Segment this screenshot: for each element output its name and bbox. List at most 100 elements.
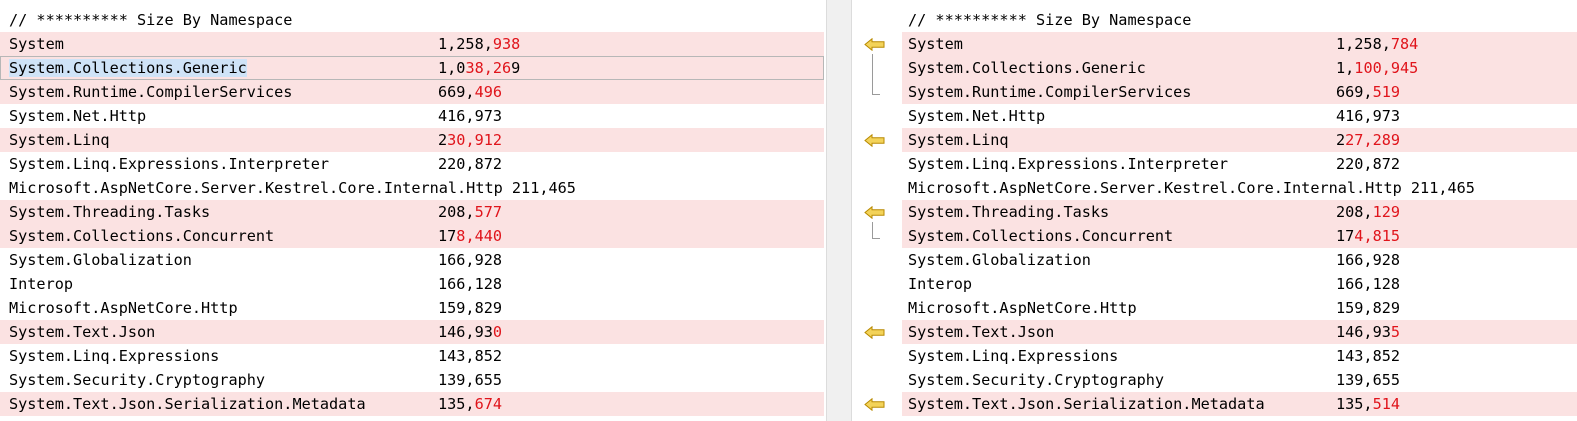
left-line-13[interactable]: System.Text.Json 146,930 [0, 320, 824, 344]
size-value: 178,440 [438, 224, 502, 248]
size-value: 135,514 [1336, 392, 1400, 416]
left-arrow-icon[interactable] [864, 38, 888, 51]
gutter-row [852, 272, 902, 296]
right-line-3[interactable]: System.Runtime.CompilerServices 669,519 [902, 80, 1577, 104]
namespace-name: System.Globalization [908, 251, 1091, 269]
right-line-1[interactable]: System 1,258,784 [902, 32, 1577, 56]
size-value-changed: 674 [474, 395, 503, 413]
size-value-changed: 8,440 [456, 227, 503, 245]
right-line-15[interactable]: System.Security.Cryptography 139,655 [902, 368, 1577, 392]
left-line-5[interactable]: System.Linq 230,912 [0, 128, 824, 152]
right-line-0[interactable]: // ********** Size By Namespace [902, 8, 1577, 32]
left-line-4[interactable]: System.Net.Http 416,973 [0, 104, 824, 128]
namespace-name: Interop [908, 275, 973, 293]
size-value-unchanged: 139,655 [438, 371, 503, 389]
namespace-name: System.Net.Http [9, 107, 147, 125]
left-pane[interactable]: // ********** Size By Namespace System 1,2… [0, 8, 824, 416]
left-line-11[interactable]: Interop 166,128 [0, 272, 824, 296]
left-line-14[interactable]: System.Linq.Expressions 143,852 [0, 344, 824, 368]
right-line-16[interactable]: System.Text.Json.Serialization.Metadata 1… [902, 392, 1577, 416]
right-line-9[interactable]: System.Collections.Concurrent 174,815 [902, 224, 1577, 248]
size-value: 220,872 [1336, 152, 1400, 176]
right-line-11[interactable]: Interop 166,128 [902, 272, 1577, 296]
size-value-changed: 0 [492, 323, 503, 341]
size-value-unchanged: 146,93 [1336, 323, 1391, 341]
right-line-13[interactable]: System.Text.Json 146,935 [902, 320, 1577, 344]
size-value: 227,289 [1336, 128, 1400, 152]
size-value-unchanged: 220,872 [1336, 155, 1401, 173]
merge-gutter [852, 8, 902, 416]
size-value: 159,829 [1336, 296, 1400, 320]
size-value: 146,930 [438, 320, 502, 344]
left-line-1[interactable]: System 1,258,938 [0, 32, 824, 56]
size-value: 135,674 [438, 392, 502, 416]
gutter-row [852, 152, 902, 176]
size-value: 174,815 [1336, 224, 1400, 248]
gutter-row [852, 344, 902, 368]
right-line-6[interactable]: System.Linq.Expressions.Interpreter 220,8… [902, 152, 1577, 176]
gutter-row [852, 368, 902, 392]
size-value-unchanged: 143,852 [1336, 347, 1401, 365]
gutter-row [852, 8, 902, 32]
size-value-changed: 784 [1390, 35, 1419, 53]
gutter-row [852, 176, 902, 200]
pane-divider[interactable] [826, 0, 852, 421]
left-arrow-icon[interactable] [864, 398, 888, 411]
size-value-changed: 38,26 [465, 59, 512, 77]
namespace-name: System.Collections.Generic [908, 59, 1146, 77]
size-value: 166,928 [1336, 248, 1400, 272]
left-line-7[interactable]: Microsoft.AspNetCore.Server.Kestrel.Core… [0, 176, 824, 200]
right-line-10[interactable]: System.Globalization 166,928 [902, 248, 1577, 272]
left-line-3[interactable]: System.Runtime.CompilerServices 669,496 [0, 80, 824, 104]
namespace-name: System.Text.Json.Serialization.Metadata [908, 395, 1265, 413]
size-value: 669,496 [438, 80, 502, 104]
namespace-name: System.Runtime.CompilerServices [908, 83, 1192, 101]
size-value-unchanged: 159,829 [1336, 299, 1401, 317]
right-line-8[interactable]: System.Threading.Tasks 208,129 [902, 200, 1577, 224]
left-arrow-icon[interactable] [864, 206, 888, 219]
namespace-name: System.Runtime.CompilerServices [9, 83, 293, 101]
right-line-14[interactable]: System.Linq.Expressions 143,852 [902, 344, 1577, 368]
namespace-name: System.Globalization [9, 251, 192, 269]
namespace-name: System.Security.Cryptography [9, 371, 266, 389]
left-line-9[interactable]: System.Collections.Concurrent 178,440 [0, 224, 824, 248]
size-value: 166,128 [1336, 272, 1400, 296]
left-line-6[interactable]: System.Linq.Expressions.Interpreter 220,8… [0, 152, 824, 176]
namespace-name: System.Threading.Tasks [908, 203, 1110, 221]
left-line-2[interactable]: System.Collections.Generic 1,038,269 [0, 56, 824, 80]
left-line-10[interactable]: System.Globalization 166,928 [0, 248, 824, 272]
namespace-name: Microsoft.AspNetCore.Server.Kestrel.Core… [908, 179, 1475, 197]
size-value: 143,852 [438, 344, 502, 368]
size-value: 1,258,938 [438, 32, 520, 56]
left-line-0[interactable]: // ********** Size By Namespace [0, 8, 824, 32]
size-value-changed: 5 [1390, 323, 1401, 341]
namespace-name: // ********** Size By Namespace [9, 11, 293, 29]
namespace-name: System.Collections.Concurrent [9, 227, 275, 245]
size-value-changed: 496 [474, 83, 503, 101]
right-line-4[interactable]: System.Net.Http 416,973 [902, 104, 1577, 128]
size-value-unchanged: 159,829 [438, 299, 503, 317]
size-value-unchanged: 220,872 [438, 155, 503, 173]
right-line-12[interactable]: Microsoft.AspNetCore.Http 159,829 [902, 296, 1577, 320]
right-line-2[interactable]: System.Collections.Generic 1,100,945 [902, 56, 1577, 80]
size-value-changed: 4,815 [1354, 227, 1401, 245]
namespace-name: System.Net.Http [908, 107, 1046, 125]
namespace-name: System.Linq.Expressions.Interpreter [9, 155, 330, 173]
left-line-8[interactable]: System.Threading.Tasks 208,577 [0, 200, 824, 224]
left-arrow-icon[interactable] [864, 326, 888, 339]
size-value-unchanged: 135, [438, 395, 475, 413]
left-line-15[interactable]: System.Security.Cryptography 139,655 [0, 368, 824, 392]
right-line-5[interactable]: System.Linq 227,289 [902, 128, 1577, 152]
gutter-row [852, 320, 902, 344]
size-value-unchanged: 2 [438, 131, 448, 149]
right-pane[interactable]: // ********** Size By Namespace System 1,2… [902, 8, 1577, 416]
size-value-changed: 27,289 [1345, 131, 1401, 149]
left-arrow-icon[interactable] [864, 134, 888, 147]
right-line-7[interactable]: Microsoft.AspNetCore.Server.Kestrel.Core… [902, 176, 1577, 200]
size-value-unchanged: 1,258, [438, 35, 493, 53]
size-value-changed: 129 [1372, 203, 1401, 221]
left-line-16[interactable]: System.Text.Json.Serialization.Metadata 1… [0, 392, 824, 416]
namespace-name: System [9, 35, 64, 53]
size-value-unchanged: 669, [438, 83, 475, 101]
left-line-12[interactable]: Microsoft.AspNetCore.Http 159,829 [0, 296, 824, 320]
